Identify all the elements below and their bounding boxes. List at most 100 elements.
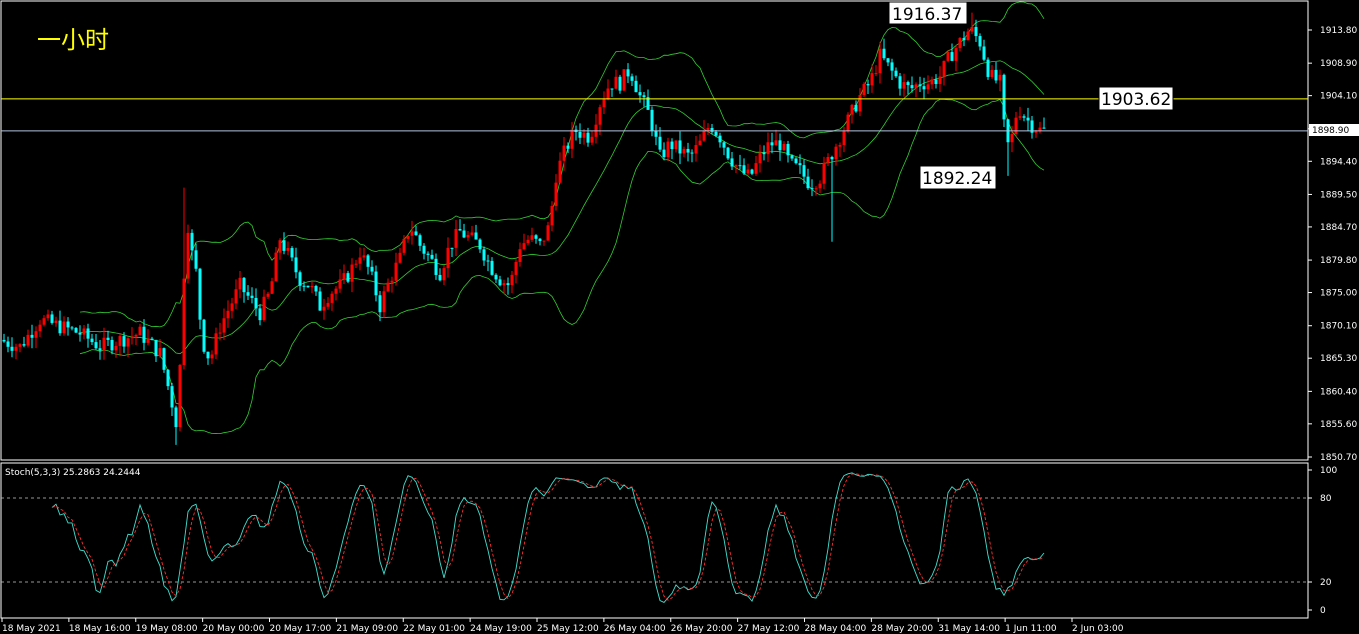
candle-body: [354, 263, 358, 265]
candle-body: [658, 136, 662, 150]
candle-body: [746, 169, 750, 174]
candle-body: [466, 234, 470, 238]
candle-body: [62, 321, 66, 334]
candle-body: [974, 27, 978, 37]
candle-body: [606, 88, 610, 100]
candle-body: [218, 332, 222, 334]
candle-body: [422, 245, 426, 254]
candle-body: [446, 247, 450, 269]
candle-body: [362, 255, 366, 258]
candle-body: [502, 283, 506, 286]
candle-body: [406, 235, 410, 239]
candle-body: [662, 149, 666, 158]
candle-body: [998, 74, 1002, 81]
candle-body: [774, 140, 778, 146]
candle-body: [338, 279, 342, 289]
candle-body: [462, 230, 466, 238]
candle-body: [934, 79, 938, 85]
candle-body: [738, 165, 742, 167]
level-annotation: 1903.62: [1098, 86, 1174, 111]
candle-body: [610, 88, 614, 90]
price-tick-label: 1894.40: [1320, 157, 1357, 167]
candle-body: [778, 140, 782, 151]
candle-body: [102, 337, 106, 351]
candle-body: [458, 229, 462, 231]
candle-body: [230, 303, 234, 311]
price-tick-label: 1860.40: [1320, 387, 1357, 397]
candle-body: [170, 386, 174, 408]
candle-body: [538, 238, 542, 242]
candle-body: [994, 69, 998, 81]
candle-body: [266, 293, 270, 297]
candle-body: [182, 278, 186, 365]
candle-body: [330, 293, 334, 303]
candle-body: [826, 156, 830, 163]
candle-body: [250, 295, 254, 298]
candle-body: [846, 114, 850, 132]
candle-body: [386, 282, 390, 292]
candle-body: [554, 182, 558, 206]
candle-body: [378, 295, 382, 313]
candle-body: [130, 336, 134, 339]
candle-body: [226, 310, 230, 319]
candle-body: [894, 70, 898, 77]
time-tick-label: 24 May 19:00: [470, 624, 532, 634]
candle-body: [82, 328, 86, 335]
candle-body: [634, 80, 638, 93]
candle-body: [698, 140, 702, 146]
candle-body: [822, 162, 826, 184]
candle-body: [950, 52, 954, 61]
candle-body: [350, 264, 354, 282]
candle-body: [306, 285, 310, 288]
candle-body: [30, 334, 34, 338]
candle-body: [926, 84, 930, 90]
candle-body: [810, 188, 814, 190]
candle-body: [570, 129, 574, 149]
candle-body: [970, 27, 974, 32]
candle-body: [294, 257, 298, 273]
candle-body: [342, 273, 346, 280]
candle-body: [434, 258, 438, 275]
candle-body: [898, 76, 902, 89]
candle-body: [938, 76, 942, 85]
time-tick-label: 19 May 08:00: [136, 624, 198, 634]
candle-body: [718, 135, 722, 143]
candle-body: [358, 257, 362, 264]
price-tick-label: 1889.50: [1320, 190, 1357, 200]
candle-body: [770, 142, 774, 146]
candle-body: [522, 243, 526, 250]
high-annotation: 1916.37: [888, 1, 968, 25]
candle-body: [74, 327, 78, 333]
candle-body: [486, 260, 490, 262]
candle-body: [838, 144, 842, 147]
candle-body: [474, 232, 478, 240]
candle-body: [982, 46, 986, 60]
time-tick-label: 18 May 2021: [2, 624, 61, 634]
candle-body: [842, 131, 846, 145]
candle-body: [690, 152, 694, 154]
candle-body: [694, 145, 698, 154]
candle-body: [742, 165, 746, 174]
current-price-label: 1898.90: [1312, 126, 1349, 136]
candle-body: [94, 342, 98, 349]
candle-body: [86, 328, 90, 339]
candle-body: [246, 292, 250, 296]
candle-body: [1042, 127, 1046, 129]
candle-body: [154, 339, 158, 357]
candle-body: [666, 141, 670, 158]
time-tick-label: 26 May 20:00: [671, 624, 733, 634]
candle-body: [370, 266, 374, 272]
time-tick-label: 1 Jun 11:00: [1005, 624, 1057, 634]
candle-body: [942, 60, 946, 77]
candle-body: [866, 84, 870, 86]
candle-body: [730, 158, 734, 167]
candle-body: [410, 231, 414, 236]
candle-body: [198, 268, 202, 320]
candle-body: [990, 69, 994, 77]
candle-body: [26, 334, 30, 346]
time-tick-label: 25 May 12:00: [537, 624, 599, 634]
candle-body: [134, 335, 138, 337]
candle-body: [398, 252, 402, 263]
candle-body: [602, 99, 606, 108]
candle-body: [882, 48, 886, 59]
